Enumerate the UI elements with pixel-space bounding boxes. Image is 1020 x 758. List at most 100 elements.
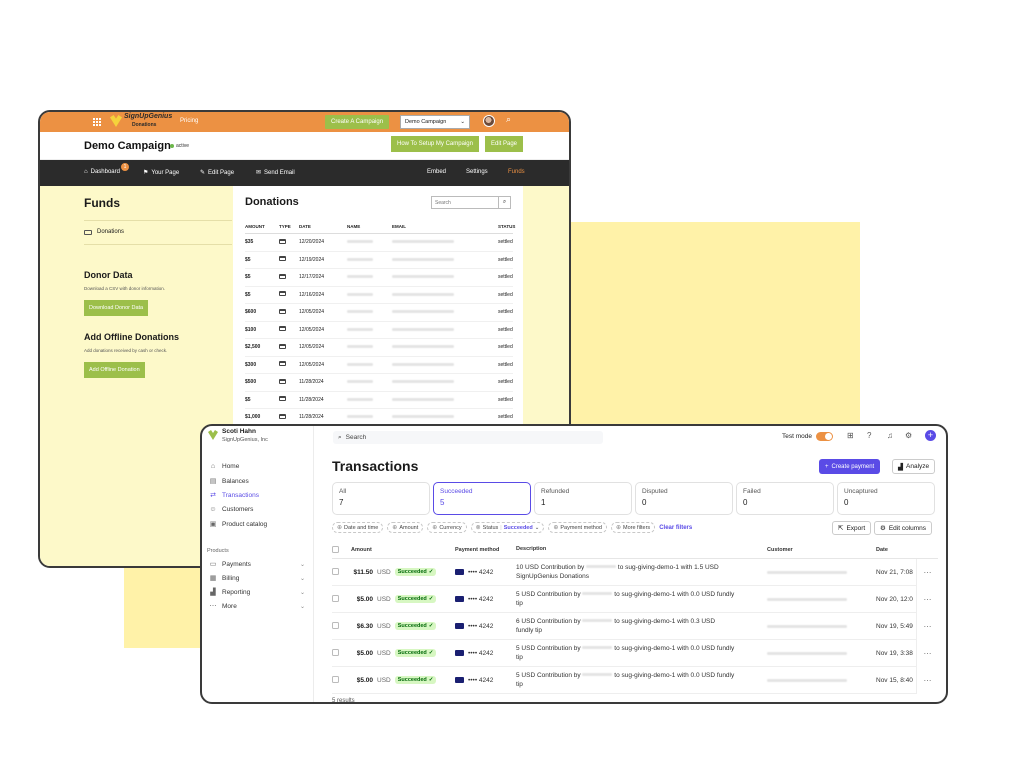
filter-amount[interactable]: ⊕ Amount [387, 522, 424, 533]
edit-page-button[interactable]: Edit Page [485, 136, 524, 152]
notifications-icon[interactable]: ♫ [887, 431, 893, 440]
row-actions-icon[interactable]: ⋯ [916, 613, 938, 640]
clear-filters-link[interactable]: Clear filters [659, 525, 692, 531]
column-header[interactable]: Date [876, 547, 916, 553]
row-actions-icon[interactable]: ⋯ [916, 640, 938, 667]
sidebar-item-payments[interactable]: ▭ Payments ⌄ [209, 560, 305, 569]
table-row[interactable]: $600 12/05/2024 settled [245, 304, 513, 322]
column-header[interactable]: Description [516, 545, 767, 555]
campaign-select[interactable]: Demo Campaign ⌄ [400, 115, 470, 129]
tab-refunded[interactable]: Refunded 1 [534, 482, 632, 515]
nav-dashboard[interactable]: ⌂ Dashboard [84, 169, 120, 175]
column-header[interactable]: AMOUNT [245, 224, 279, 233]
sidebar-item-billing[interactable]: ▦ Billing ⌄ [209, 574, 305, 583]
row-actions-icon[interactable]: ⋯ [916, 559, 938, 586]
row-checkbox[interactable] [332, 567, 339, 575]
notification-badge: 1 [121, 163, 129, 171]
search-icon[interactable]: ⌕ [506, 114, 511, 125]
sidebar-item-balances[interactable]: ▤ Balances [209, 477, 305, 486]
analyze-button[interactable]: ▟ Analyze [892, 459, 936, 474]
table-row[interactable]: $500 11/28/2024 settled [245, 374, 513, 392]
nav-edit-page[interactable]: ✎ Edit Page [200, 169, 234, 177]
column-header[interactable]: Payment method [455, 547, 516, 553]
search-input[interactable]: Search [435, 200, 451, 206]
avatar[interactable] [483, 115, 495, 127]
sidebar-item-donations[interactable]: Donations [84, 229, 124, 235]
column-header[interactable]: EMAIL [392, 224, 498, 233]
sidebar-item-customers[interactable]: ☺ Customers [209, 506, 305, 513]
apps-grid-icon[interactable] [92, 117, 101, 126]
filter-status[interactable]: ⊗ Status | Succeeded ⌄ [470, 522, 545, 533]
nav-embed[interactable]: Embed [427, 169, 446, 175]
table-row[interactable]: $2,500 12/05/2024 settled [245, 339, 513, 357]
campaign-header: Demo Campaign active How To Setup My Cam… [40, 132, 569, 160]
nav-your-page[interactable]: ⚑ Your Page [143, 169, 179, 177]
row-checkbox[interactable] [332, 675, 339, 683]
filter-payment-method[interactable]: ⊕ Payment method [548, 522, 607, 533]
donations-search[interactable]: Search ⌕ [431, 196, 511, 209]
export-button[interactable]: ⇱ Export [832, 521, 872, 535]
pricing-link[interactable]: Pricing [180, 118, 198, 124]
create-campaign-button[interactable]: Create A Campaign [325, 115, 390, 129]
sidebar-item-reporting[interactable]: ▟ Reporting ⌄ [209, 588, 305, 597]
sidebar-item-label: Billing [222, 574, 240, 582]
description-part: tip [516, 600, 523, 607]
search-input[interactable]: Search [346, 434, 367, 441]
create-payment-button[interactable]: + Create payment [819, 459, 881, 474]
search-bar[interactable]: ⌕ Search [333, 431, 603, 444]
column-header[interactable]: STATUS [498, 224, 515, 233]
sidebar-item-more[interactable]: ⋯ More ⌄ [209, 602, 306, 611]
edit-columns-button[interactable]: ⚙ Edit columns [874, 521, 933, 535]
row-checkbox[interactable] [332, 594, 339, 602]
column-header[interactable]: TYPE [279, 224, 299, 233]
more-filters[interactable]: ⊕ More filters [610, 522, 656, 533]
table-row[interactable]: $5.00 USD Succeeded ✓ •••• 4242 5 USD Contrib… [332, 640, 938, 667]
column-header[interactable]: Customer [767, 547, 876, 553]
row-checkbox[interactable] [332, 621, 339, 629]
table-row[interactable]: $35 12/20/2024 settled [245, 234, 513, 252]
apps-icon[interactable]: ⊞ [847, 431, 854, 440]
nav-send-email[interactable]: ✉ Send Email [256, 169, 295, 177]
signupgenius-logo[interactable]: SignUpGenius Donations [110, 113, 172, 129]
search-icon[interactable]: ⌕ [498, 197, 510, 208]
create-plus-icon[interactable]: + [925, 430, 936, 441]
help-icon[interactable]: ? [867, 431, 871, 440]
account-switcher[interactable]: Scoti Hahn SignUpGenius, Inc [208, 428, 268, 444]
table-row[interactable]: $5 12/17/2024 settled [245, 269, 513, 287]
table-row[interactable]: $5.00 USD Succeeded ✓ •••• 4242 5 USD Contrib… [332, 667, 938, 694]
table-row[interactable]: $11.50 USD Succeeded ✓ •••• 4242 10 USD Contr… [332, 559, 938, 586]
filter-date-time[interactable]: ⊕ Date and time [332, 522, 384, 533]
add-offline-donation-button[interactable]: Add Offline Donation [84, 362, 145, 378]
row-checkbox[interactable] [332, 648, 339, 656]
table-row[interactable]: $6.30 USD Succeeded ✓ •••• 4242 6 USD Contrib… [332, 613, 938, 640]
tab-uncaptured[interactable]: Uncaptured 0 [837, 482, 935, 515]
sidebar-item-home[interactable]: ⌂ Home [209, 463, 305, 470]
table-row[interactable]: $300 12/05/2024 settled [245, 357, 513, 374]
table-row[interactable]: $5 11/28/2024 settled [245, 392, 513, 409]
donation-amount: $5 [245, 274, 251, 281]
sidebar-item-transactions[interactable]: ⇄ Transactions [209, 491, 305, 500]
row-actions-icon[interactable]: ⋯ [916, 586, 938, 613]
sidebar-item-product-catalog[interactable]: ▣ Product catalog [209, 520, 305, 529]
select-all-checkbox[interactable] [332, 545, 339, 553]
table-row[interactable]: $5 12/16/2024 settled [245, 287, 513, 304]
settings-icon[interactable]: ⚙ [905, 431, 912, 440]
filter-currency[interactable]: ⊕ Currency [427, 522, 467, 533]
download-donor-data-button[interactable]: Download Donor Data [84, 300, 149, 316]
nav-settings[interactable]: Settings [466, 169, 488, 175]
toggle-switch[interactable] [816, 432, 833, 441]
nav-funds[interactable]: Funds [508, 169, 525, 175]
table-row[interactable]: $5 12/19/2024 settled [245, 252, 513, 269]
tab-all[interactable]: All 7 [332, 482, 430, 515]
column-header[interactable]: Amount [349, 547, 455, 553]
tab-disputed[interactable]: Disputed 0 [635, 482, 733, 515]
row-actions-icon[interactable]: ⋯ [916, 667, 938, 694]
table-row[interactable]: $5.00 USD Succeeded ✓ •••• 4242 5 USD Contrib… [332, 586, 938, 613]
howto-setup-button[interactable]: How To Setup My Campaign [391, 136, 479, 152]
tab-failed[interactable]: Failed 0 [736, 482, 834, 515]
column-header[interactable]: NAME [347, 224, 392, 233]
table-row[interactable]: $100 12/05/2024 settled [245, 322, 513, 339]
column-header[interactable]: DATE [299, 224, 347, 233]
tab-succeeded[interactable]: Succeeded 5 [433, 482, 531, 515]
test-mode-toggle[interactable]: Test mode [782, 432, 833, 441]
